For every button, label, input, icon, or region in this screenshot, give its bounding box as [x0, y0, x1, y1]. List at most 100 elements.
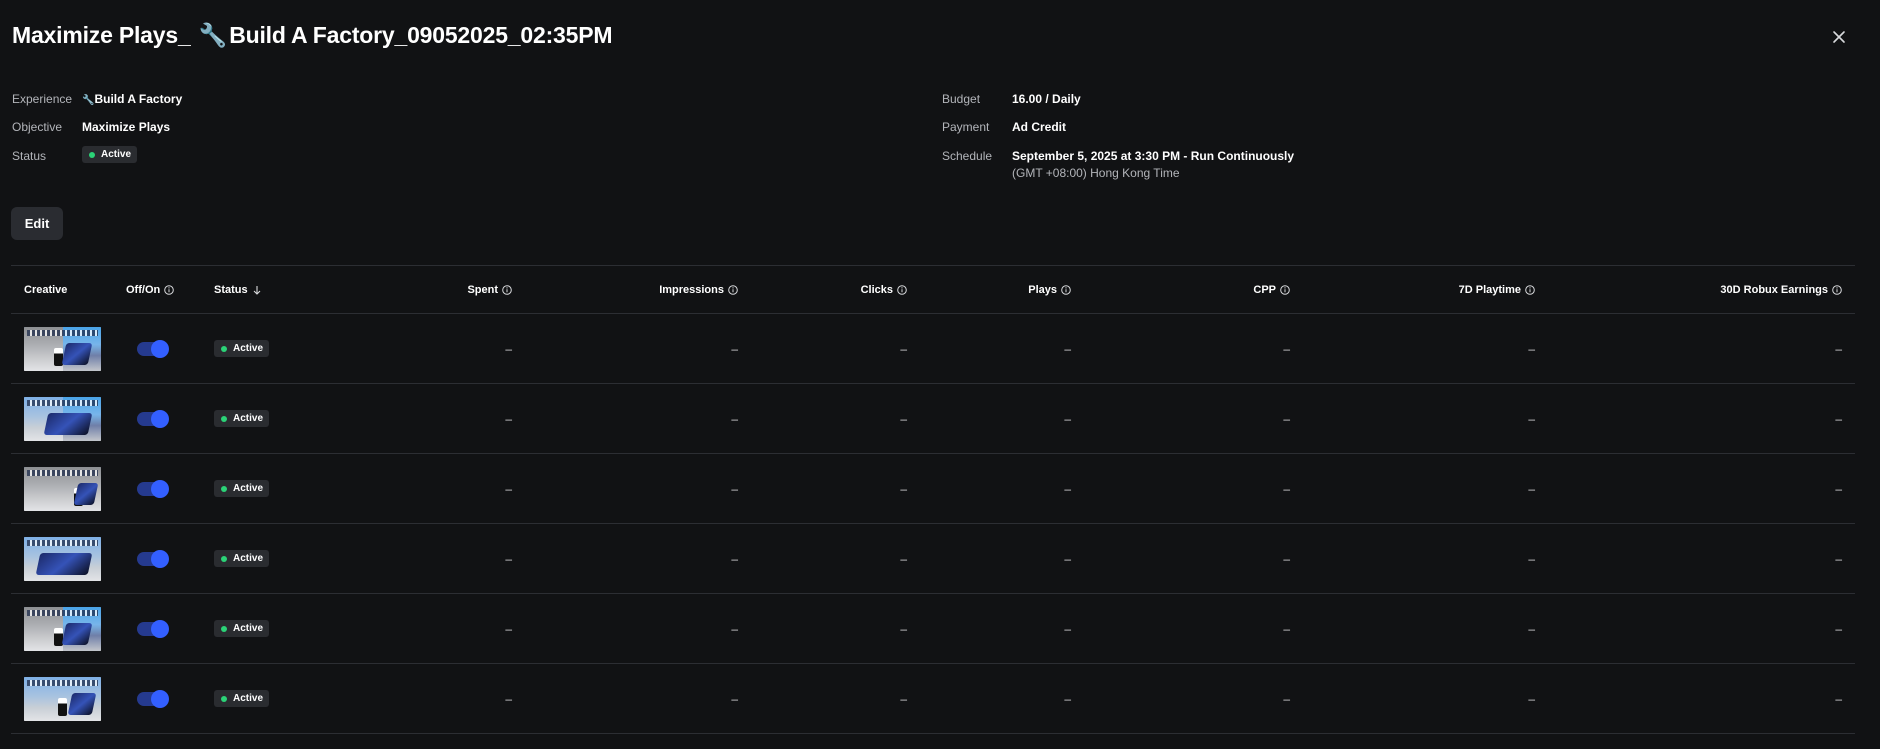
row-status: Active: [214, 524, 270, 593]
budget-label: Budget: [942, 92, 981, 106]
schedule-label: Schedule: [942, 149, 993, 163]
column-header-creative[interactable]: Creative: [24, 266, 67, 313]
close-icon: [1833, 31, 1845, 43]
cell-spent: –: [505, 341, 512, 356]
info-icon[interactable]: [897, 284, 907, 295]
cell-impressions: –: [731, 341, 738, 356]
column-header-playtime[interactable]: 7D Playtime: [1290, 266, 1535, 313]
creative-thumbnail[interactable]: [24, 384, 101, 453]
cell-impressions: –: [731, 691, 738, 706]
close-button[interactable]: [1830, 28, 1848, 46]
offon-toggle[interactable]: [137, 314, 169, 383]
active-dot-icon: [221, 695, 227, 702]
info-icon[interactable]: [502, 284, 512, 295]
cell-earnings: –: [1835, 551, 1842, 566]
status-badge: Active: [214, 690, 270, 707]
cell-clicks: –: [900, 411, 907, 426]
cell-plays: –: [1064, 621, 1071, 636]
row-status: Active: [214, 594, 270, 663]
cell-earnings: –: [1835, 481, 1842, 496]
cell-earnings: –: [1835, 621, 1842, 636]
column-header-offon[interactable]: Off/On: [126, 266, 175, 313]
creative-thumbnail[interactable]: [24, 524, 101, 593]
table-row[interactable]: Active – – – – – – –: [11, 454, 1855, 524]
info-icon[interactable]: [1832, 284, 1842, 295]
cell-clicks: –: [900, 621, 907, 636]
creative-thumbnail[interactable]: [24, 594, 101, 663]
table-row[interactable]: Active – – – – – – –: [11, 524, 1855, 594]
table-row[interactable]: Active – – – – – – –: [11, 664, 1855, 734]
column-header-spent[interactable]: Spent: [311, 266, 512, 313]
info-icon[interactable]: [728, 284, 738, 295]
cell-impressions: –: [731, 481, 738, 496]
cell-clicks: –: [900, 551, 907, 566]
cell-playtime: –: [1528, 691, 1535, 706]
column-header-cpp[interactable]: CPP: [1071, 266, 1290, 313]
table-header: Creative Off/On Status Spent Impressions…: [11, 266, 1855, 314]
active-dot-icon: [221, 625, 227, 632]
wrench-icon: 🔧: [82, 95, 95, 106]
payment-value: Ad Credit: [1012, 120, 1066, 134]
cell-clicks: –: [900, 481, 907, 496]
row-status: Active: [214, 454, 270, 523]
column-header-earnings[interactable]: 30D Robux Earnings: [1535, 266, 1842, 313]
creative-thumbnail[interactable]: [24, 314, 101, 383]
active-dot-icon: [221, 415, 227, 422]
offon-toggle[interactable]: [137, 384, 169, 453]
objective-label: Objective: [12, 120, 63, 134]
status-badge: Active: [82, 146, 138, 163]
cell-earnings: –: [1835, 341, 1842, 356]
column-header-impressions[interactable]: Impressions: [512, 266, 738, 313]
cell-spent: –: [505, 691, 512, 706]
table-row[interactable]: Active – – – – – – –: [11, 384, 1855, 454]
status-badge: Active: [214, 550, 270, 567]
cell-plays: –: [1064, 411, 1071, 426]
column-header-status[interactable]: Status: [214, 266, 262, 313]
info-icon[interactable]: [164, 284, 175, 295]
schedule-value: September 5, 2025 at 3:30 PM - Run Conti…: [1012, 149, 1295, 163]
offon-toggle[interactable]: [137, 454, 169, 523]
status-badge: Active: [214, 480, 270, 497]
cell-impressions: –: [731, 411, 738, 426]
status-badge: Active: [214, 410, 270, 427]
info-icon[interactable]: [1061, 284, 1071, 295]
cell-clicks: –: [900, 691, 907, 706]
cell-plays: –: [1064, 341, 1071, 356]
experience-value: 🔧Build A Factory: [82, 92, 183, 106]
active-dot-icon: [221, 485, 227, 492]
sort-down-icon[interactable]: [252, 285, 262, 295]
cell-earnings: –: [1835, 691, 1842, 706]
table-row[interactable]: Active – – – – – – –: [11, 314, 1855, 384]
status-label: Status: [12, 149, 47, 163]
cell-playtime: –: [1528, 551, 1535, 566]
objective-value: Maximize Plays: [82, 120, 171, 134]
info-icon[interactable]: [1280, 284, 1290, 295]
cell-spent: –: [505, 621, 512, 636]
cell-playtime: –: [1528, 481, 1535, 496]
info-icon[interactable]: [1525, 284, 1535, 295]
offon-toggle[interactable]: [137, 664, 169, 733]
cell-playtime: –: [1528, 341, 1535, 356]
cell-spent: –: [505, 411, 512, 426]
status-badge: Active: [214, 340, 270, 357]
creative-thumbnail[interactable]: [24, 664, 101, 733]
active-dot-icon: [221, 555, 227, 562]
cell-earnings: –: [1835, 411, 1842, 426]
cell-cpp: –: [1283, 341, 1290, 356]
creative-thumbnail[interactable]: [24, 454, 101, 523]
column-header-plays[interactable]: Plays: [907, 266, 1071, 313]
cell-clicks: –: [900, 341, 907, 356]
cell-cpp: –: [1283, 551, 1290, 566]
schedule-timezone: (GMT +08:00) Hong Kong Time: [1012, 166, 1180, 180]
cell-spent: –: [505, 551, 512, 566]
cell-cpp: –: [1283, 621, 1290, 636]
ad-details-panel: Maximize Plays_ 🔧Build A Factory_0905202…: [0, 0, 1880, 749]
wrench-icon: 🔧: [198, 22, 228, 48]
edit-button[interactable]: Edit: [11, 207, 63, 240]
offon-toggle[interactable]: [137, 524, 169, 593]
table-row[interactable]: Active – – – – – – –: [11, 594, 1855, 664]
column-header-clicks[interactable]: Clicks: [738, 266, 907, 313]
cell-impressions: –: [731, 621, 738, 636]
offon-toggle[interactable]: [137, 594, 169, 663]
active-dot-icon: [89, 151, 95, 158]
